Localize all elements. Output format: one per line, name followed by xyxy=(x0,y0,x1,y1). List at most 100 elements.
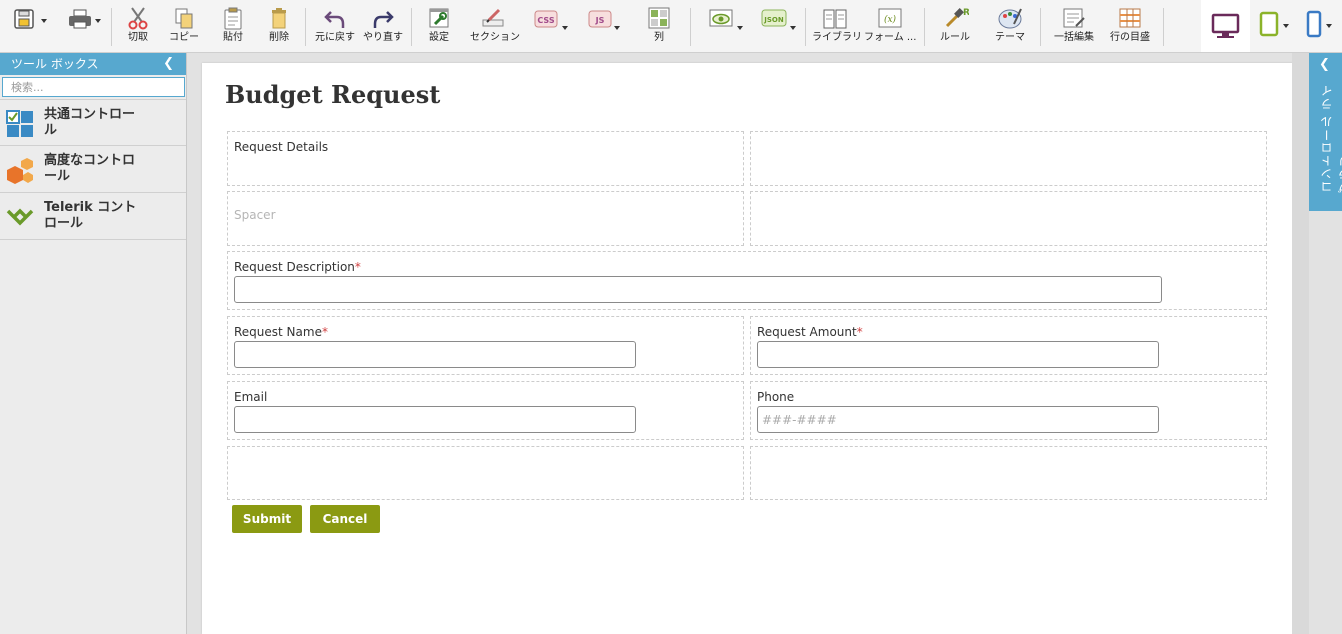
library-button[interactable]: ライブラリ xyxy=(812,4,862,50)
js-button[interactable]: JS xyxy=(587,4,613,50)
json-icon: JSON xyxy=(761,9,787,27)
preview-button[interactable] xyxy=(706,4,736,50)
email-input[interactable] xyxy=(234,406,636,433)
main-toolbar: 切取 コピー 貼付 削除 元に戻す やり直す 設定 セクション CSS JS 列… xyxy=(0,0,1342,53)
printer-icon xyxy=(69,9,91,29)
json-button[interactable]: JSON xyxy=(760,4,788,50)
column-button[interactable]: 列 xyxy=(645,4,673,50)
phone-input[interactable] xyxy=(757,406,1159,433)
toolbox-item-common-controls[interactable]: 共通コントロール xyxy=(0,99,186,146)
column-icon xyxy=(648,7,670,29)
toolbar-separator xyxy=(111,8,112,46)
required-mark: * xyxy=(856,325,863,339)
toolbar-separator xyxy=(305,8,306,46)
telerik-icon xyxy=(6,208,34,226)
common-controls-icon xyxy=(6,110,33,137)
copy-button[interactable]: コピー xyxy=(166,4,202,50)
request-details-label: Request Details xyxy=(234,140,329,154)
settings-label: 設定 xyxy=(429,32,449,43)
paste-button[interactable]: 貼付 xyxy=(218,4,248,50)
css-dropdown-icon[interactable] xyxy=(562,26,568,30)
section-icon xyxy=(482,8,504,27)
css-icon: CSS xyxy=(534,10,558,28)
redo-button[interactable]: やり直す xyxy=(362,4,404,50)
request-amount-text: Request Amount xyxy=(757,325,857,339)
submit-button[interactable]: Submit xyxy=(232,505,302,533)
scissors-icon xyxy=(128,7,148,30)
print-dropdown-icon[interactable] xyxy=(95,19,101,23)
bulk-edit-icon xyxy=(1063,8,1085,28)
toolbox-item-label: 高度なコントロール xyxy=(44,153,136,184)
row-grid-button[interactable]: 行の目盛 xyxy=(1108,4,1152,50)
rules-button[interactable]: R ルール xyxy=(938,4,972,50)
bulk-edit-label: 一括編集 xyxy=(1054,32,1094,43)
request-amount-input[interactable] xyxy=(757,341,1159,368)
phone-view-button[interactable] xyxy=(1305,10,1323,56)
print-button[interactable] xyxy=(65,4,95,50)
empty-cell[interactable] xyxy=(750,446,1267,500)
copy-label: コピー xyxy=(169,32,199,43)
theme-button[interactable]: テーマ xyxy=(992,4,1028,50)
wrench-icon xyxy=(429,8,449,28)
required-mark: * xyxy=(321,325,328,339)
js-dropdown-icon[interactable] xyxy=(614,26,620,30)
book-icon xyxy=(823,9,847,29)
request-description-input[interactable] xyxy=(234,276,1162,303)
css-button[interactable]: CSS xyxy=(533,4,559,50)
save-button[interactable] xyxy=(10,4,40,50)
cell-phone[interactable]: Phone xyxy=(750,381,1267,440)
toolbar-separator xyxy=(924,8,925,46)
request-name-label: Request Name* xyxy=(234,325,328,339)
rules-glyph: R xyxy=(963,8,969,18)
delete-button[interactable]: 削除 xyxy=(264,4,294,50)
save-dropdown-icon[interactable] xyxy=(41,19,47,23)
settings-button[interactable]: 設定 xyxy=(424,4,454,50)
request-name-input[interactable] xyxy=(234,341,636,368)
section-button[interactable]: セクション xyxy=(470,4,520,50)
cut-button[interactable]: 切取 xyxy=(122,4,154,50)
tablet-icon xyxy=(1259,11,1279,37)
trash-icon xyxy=(272,8,286,29)
collapse-toolbox-icon[interactable]: ❮ xyxy=(163,53,174,75)
toolbox-item-advanced-controls[interactable]: 高度なコントロール xyxy=(0,146,186,193)
tablet-view-button[interactable] xyxy=(1259,10,1279,56)
js-badge-text: JS xyxy=(595,16,605,25)
cell-request-description[interactable]: Request Description* xyxy=(227,251,1267,310)
copy-icon xyxy=(175,8,193,29)
cell-request-details[interactable]: Request Details xyxy=(227,131,744,186)
preview-dropdown-icon[interactable] xyxy=(737,26,743,30)
cancel-button[interactable]: Cancel xyxy=(310,505,380,533)
advanced-controls-icon xyxy=(7,158,33,184)
row-grid-label: 行の目盛 xyxy=(1110,32,1150,43)
desktop-view-button[interactable] xyxy=(1201,0,1250,52)
rules-icon: R xyxy=(945,8,969,28)
bulk-edit-button[interactable]: 一括編集 xyxy=(1052,4,1096,50)
phone-dropdown-icon[interactable] xyxy=(1326,24,1332,28)
json-dropdown-icon[interactable] xyxy=(790,26,796,30)
empty-cell[interactable] xyxy=(750,131,1267,186)
cell-request-name[interactable]: Request Name* xyxy=(227,316,744,375)
toolbar-separator xyxy=(1163,8,1164,46)
expand-library-icon[interactable]: ❮ xyxy=(1319,57,1330,72)
toolbar-separator xyxy=(1040,8,1041,46)
cell-spacer[interactable]: Spacer xyxy=(227,191,744,246)
undo-button[interactable]: 元に戻す xyxy=(313,4,357,50)
redo-label: やり直す xyxy=(363,32,403,43)
toolbox-title: ツール ボックス xyxy=(11,57,99,71)
control-library-tab[interactable]: ❮ コントロール ライブラリ xyxy=(1309,53,1342,211)
clipboard-icon xyxy=(224,7,242,30)
request-description-text: Request Description xyxy=(234,260,355,274)
required-mark: * xyxy=(354,260,361,274)
library-label: ライブラリ xyxy=(812,32,862,43)
cell-email[interactable]: Email xyxy=(227,381,744,440)
form-button[interactable]: (x) フォーム ... xyxy=(864,4,916,50)
empty-cell[interactable] xyxy=(750,191,1267,246)
toolbox-item-telerik-controls[interactable]: Telerik コントロール xyxy=(0,193,186,240)
toolbar-separator xyxy=(690,8,691,46)
tablet-dropdown-icon[interactable] xyxy=(1283,24,1289,28)
empty-cell[interactable] xyxy=(227,446,744,500)
toolbox-search-input[interactable] xyxy=(2,77,185,97)
css-badge-text: CSS xyxy=(537,16,554,25)
cell-request-amount[interactable]: Request Amount* xyxy=(750,316,1267,375)
redo-icon xyxy=(373,11,394,28)
